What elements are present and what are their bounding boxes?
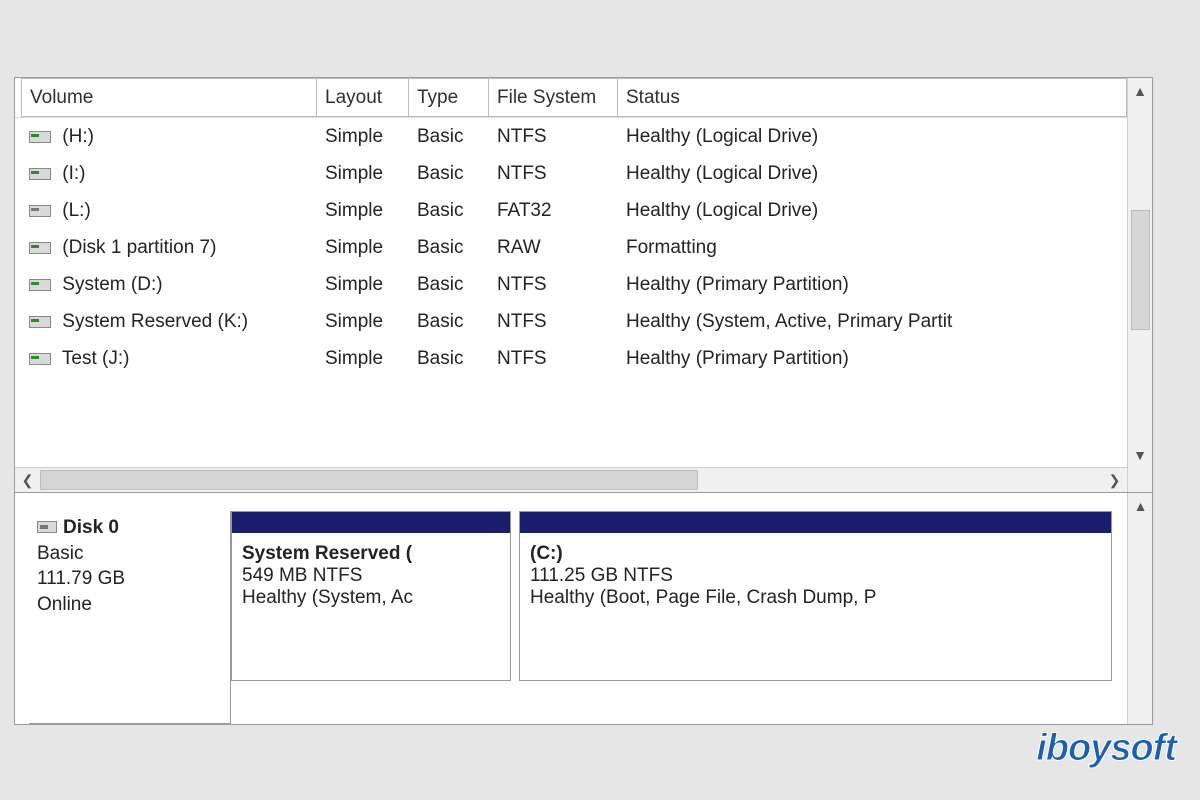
cell-type: Basic [409,196,489,226]
watermark-logo: iBoysoft [1036,727,1176,770]
cell-status: Healthy (Logical Drive) [618,196,1127,226]
scroll-left-icon[interactable]: ❮ [15,468,40,493]
partition-status: Healthy (System, Ac [242,587,500,609]
cell-volume: Test (J:) [57,348,130,369]
drive-icon [29,316,49,326]
disk-icon [37,521,57,533]
table-row[interactable]: System (D:) Simple Basic NTFS Healthy (P… [15,266,1127,303]
volume-table[interactable]: Volume Layout Type File System Status (H… [15,78,1127,492]
partition-status: Healthy (Boot, Page File, Crash Dump, P [530,587,1101,609]
cell-status: Healthy (Logical Drive) [618,159,1127,189]
table-header-row: Volume Layout Type File System Status [15,78,1127,118]
cell-layout: Simple [317,196,409,226]
cell-filesystem: RAW [489,233,618,263]
cell-layout: Simple [317,233,409,263]
cell-volume: (H:) [57,126,94,147]
scrollbar-thumb[interactable] [40,470,698,490]
cell-layout: Simple [317,270,409,300]
drive-icon [29,242,49,252]
partition-stripe [519,511,1112,533]
partition-block[interactable]: (C:) 111.25 GB NTFS Healthy (Boot, Page … [519,511,1112,681]
column-header-volume[interactable]: Volume [21,78,317,117]
table-row[interactable]: (H:) Simple Basic NTFS Healthy (Logical … [15,118,1127,155]
cell-volume: System Reserved (K:) [57,311,248,332]
column-header-status[interactable]: Status [618,78,1127,117]
cell-status: Healthy (Primary Partition) [618,344,1127,374]
scroll-up-icon[interactable]: ▲ [1128,493,1153,518]
drive-icon [29,205,49,215]
partition-size: 111.25 GB NTFS [530,565,1101,587]
cell-status: Formatting [618,233,1127,263]
disk-management-window: Volume Layout Type File System Status (H… [14,77,1153,725]
cell-layout: Simple [317,344,409,374]
cell-filesystem: FAT32 [489,196,618,226]
cell-volume: (L:) [57,200,91,221]
vertical-scrollbar[interactable]: ▲ [1127,493,1152,724]
table-row[interactable]: (L:) Simple Basic FAT32 Healthy (Logical… [15,192,1127,229]
drive-icon [29,168,49,178]
scroll-right-icon[interactable]: ❯ [1102,468,1127,493]
table-row[interactable]: (I:) Simple Basic NTFS Healthy (Logical … [15,155,1127,192]
cell-layout: Simple [317,159,409,189]
cell-type: Basic [409,159,489,189]
disk-type: Basic [37,541,222,567]
scrollbar-thumb[interactable] [1131,210,1150,330]
cell-type: Basic [409,233,489,263]
column-header-type[interactable]: Type [409,78,489,117]
vertical-scrollbar[interactable]: ▲ ▼ [1127,78,1152,492]
cell-status: Healthy (Logical Drive) [618,122,1127,152]
cell-volume: (I:) [57,163,86,184]
drive-icon [29,353,49,363]
partition-name: (C:) [530,543,1101,565]
table-row[interactable]: Test (J:) Simple Basic NTFS Healthy (Pri… [15,340,1127,377]
scrollbar-track[interactable] [40,468,1102,492]
cell-layout: Simple [317,307,409,337]
disk-state: Online [37,592,222,618]
cell-status: Healthy (System, Active, Primary Partit [618,307,1127,337]
drive-icon [29,279,49,289]
column-header-filesystem[interactable]: File System [489,78,618,117]
cell-filesystem: NTFS [489,307,618,337]
partition-stripe [231,511,511,533]
cell-type: Basic [409,270,489,300]
cell-filesystem: NTFS [489,159,618,189]
table-row[interactable]: (Disk 1 partition 7) Simple Basic RAW Fo… [15,229,1127,266]
partition-size: 549 MB NTFS [242,565,500,587]
cell-layout: Simple [317,122,409,152]
cell-volume: System (D:) [57,274,163,295]
scroll-up-icon[interactable]: ▲ [1128,78,1152,103]
cell-status: Healthy (Primary Partition) [618,270,1127,300]
table-row[interactable]: System Reserved (K:) Simple Basic NTFS H… [15,303,1127,340]
cell-volume: (Disk 1 partition 7) [57,237,216,258]
cell-type: Basic [409,122,489,152]
volume-list-pane: Volume Layout Type File System Status (H… [15,78,1152,493]
horizontal-scrollbar[interactable]: ❮ ❯ [15,467,1127,492]
disk-map-pane: Disk 0 Basic 111.79 GB Online System Res… [15,493,1152,724]
disk-size: 111.79 GB [37,566,222,592]
partition-name: System Reserved ( [242,543,500,565]
column-header-layout[interactable]: Layout [317,78,409,117]
scroll-down-icon[interactable]: ▼ [1128,442,1152,467]
cell-type: Basic [409,307,489,337]
disk-info-panel[interactable]: Disk 0 Basic 111.79 GB Online [29,511,231,724]
cell-filesystem: NTFS [489,344,618,374]
partition-map: System Reserved ( 549 MB NTFS Healthy (S… [231,511,1152,724]
cell-filesystem: NTFS [489,270,618,300]
drive-icon [29,131,49,141]
partition-block[interactable]: System Reserved ( 549 MB NTFS Healthy (S… [231,511,511,681]
cell-filesystem: NTFS [489,122,618,152]
disk-title: Disk 0 [63,517,119,538]
cell-type: Basic [409,344,489,374]
